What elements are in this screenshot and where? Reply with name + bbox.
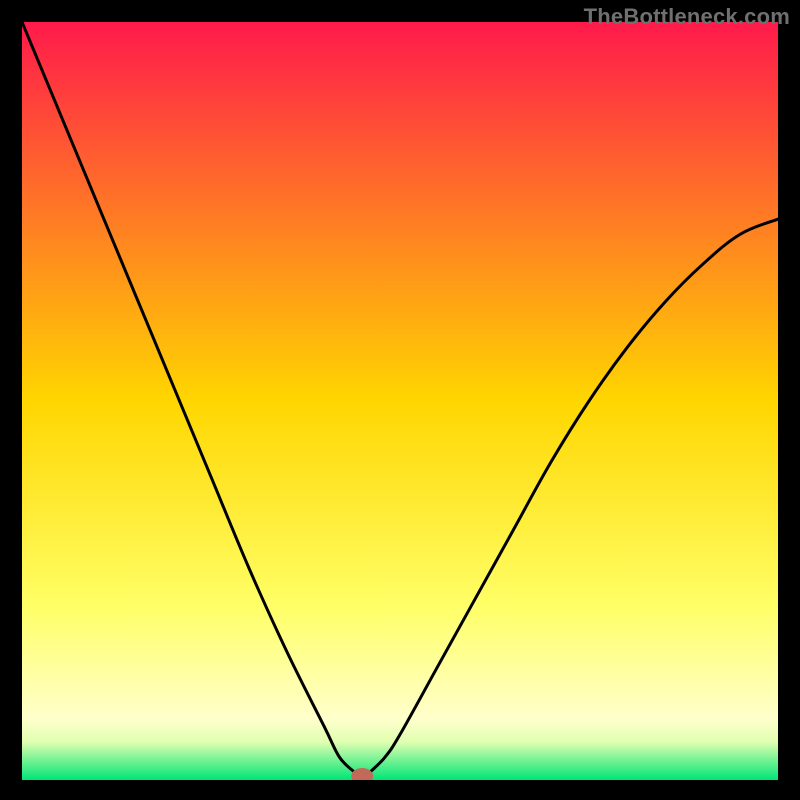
chart-container: TheBottleneck.com bbox=[0, 0, 800, 800]
chart-svg bbox=[22, 22, 778, 780]
gradient-background bbox=[22, 22, 778, 780]
plot-area bbox=[22, 22, 778, 780]
watermark-text: TheBottleneck.com bbox=[584, 4, 790, 30]
